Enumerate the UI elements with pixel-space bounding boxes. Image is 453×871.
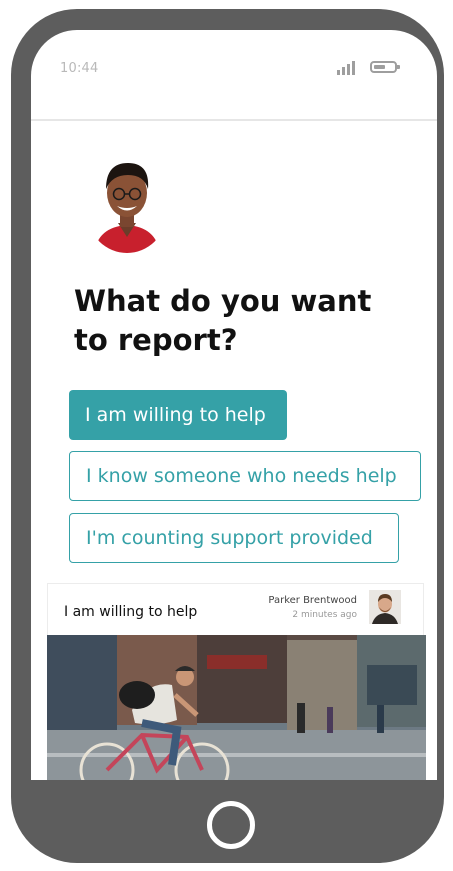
card-author: Parker Brentwood [268,595,357,606]
battery-icon [370,61,400,73]
card-header: I am willing to help Parker Brentwood 2 … [47,583,424,635]
page-heading: What do you want to report? [74,284,372,357]
activity-card[interactable]: I am willing to help Parker Brentwood 2 … [47,583,426,780]
home-button-icon[interactable] [207,801,255,849]
status-divider [31,119,437,121]
card-time: 2 minutes ago [292,610,357,620]
cyclist-city-street-photo [47,635,426,780]
know-someone-button[interactable]: I know someone who needs help [69,451,421,501]
battery-level [374,65,386,69]
user-avatar [88,157,166,253]
card-title: I am willing to help [64,604,198,620]
phone-screen: 10:44 What do you want to report? I am w… [31,30,437,780]
willing-to-help-button[interactable]: I am willing to help [69,390,287,440]
counting-support-button[interactable]: I'm counting support provided [69,513,399,563]
status-time: 10:44 [60,61,99,76]
signal-bars-icon [337,61,359,75]
author-avatar [369,590,401,624]
